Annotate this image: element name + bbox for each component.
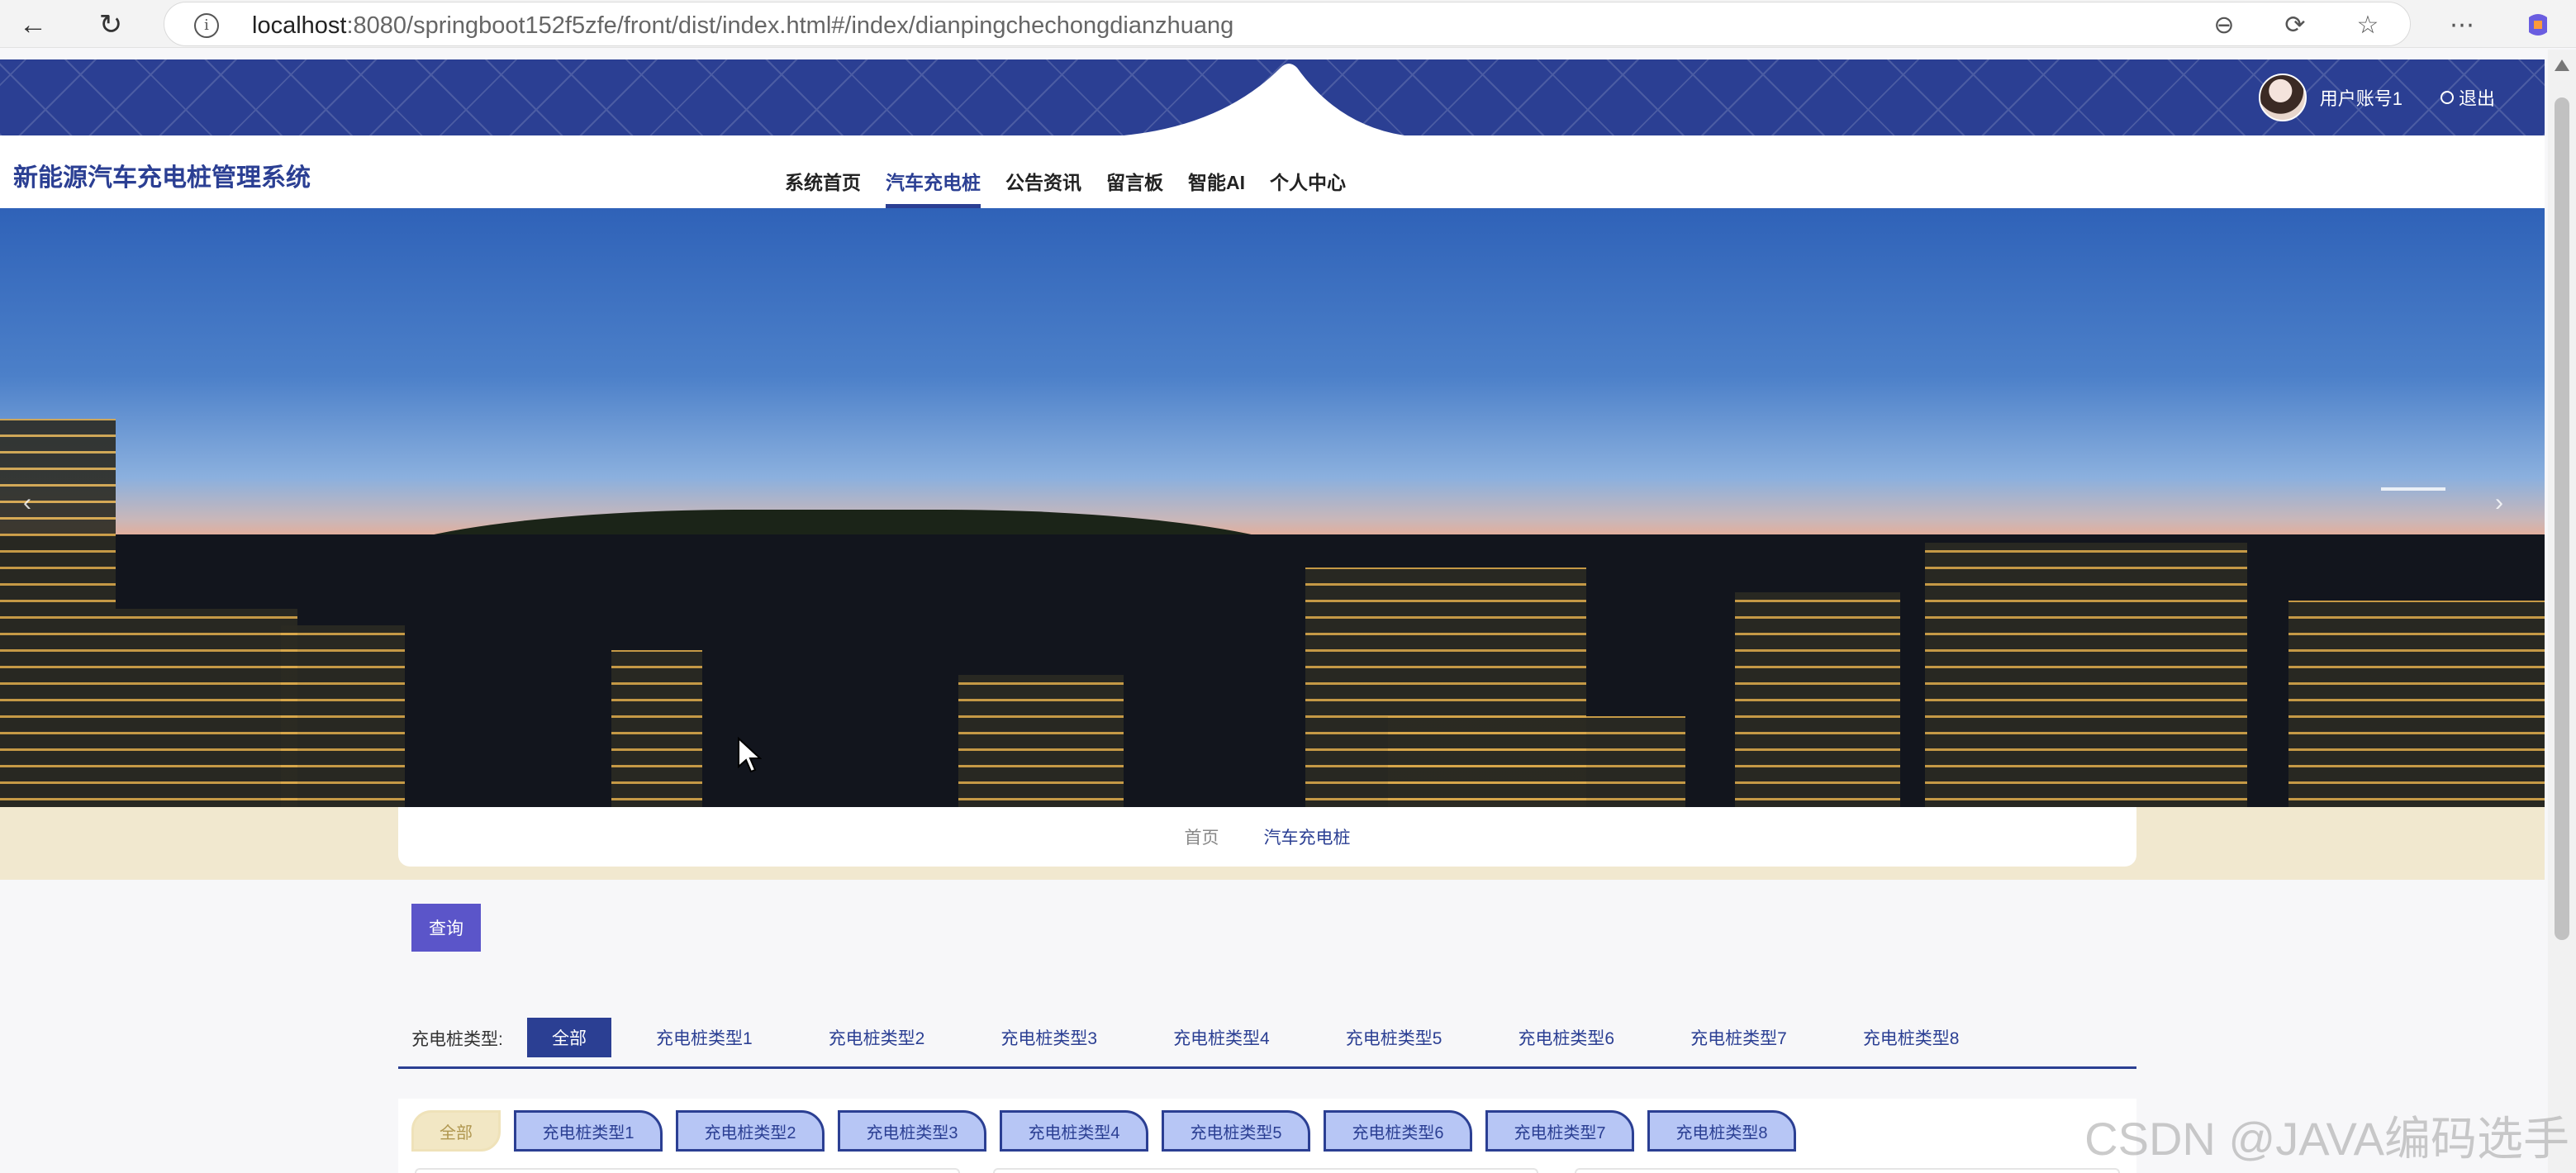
nav-item-personal-center[interactable]: 个人中心 bbox=[1270, 135, 1346, 208]
nav-item-home[interactable]: 系统首页 bbox=[785, 135, 861, 208]
watermark: CSDN @JAVA编码选手 bbox=[2084, 1113, 2569, 1165]
type-filter: 充电桩类型: 全部 充电桩类型1 充电桩类型2 充电桩类型3 充电桩类型4 充电… bbox=[398, 1018, 2136, 1069]
scrollbar-thumb[interactable] bbox=[2555, 97, 2569, 940]
breadcrumb-current: 汽车充电桩 bbox=[1263, 829, 1351, 848]
reload-icon[interactable]: ↻ bbox=[93, 7, 129, 43]
filter-options: 全部 充电桩类型1 充电桩类型2 充电桩类型3 充电桩类型4 充电桩类型5 充电… bbox=[527, 1018, 2006, 1057]
hero-building bbox=[0, 419, 116, 807]
item-card[interactable] bbox=[993, 1168, 1538, 1173]
tab-row: 全部 充电桩类型1 充电桩类型2 充电桩类型3 充电桩类型4 充电桩类型5 充电… bbox=[411, 1110, 1796, 1152]
tab-type2[interactable]: 充电桩类型2 bbox=[676, 1110, 825, 1152]
copilot-icon[interactable] bbox=[2521, 8, 2555, 41]
filter-option-type8[interactable]: 充电桩类型8 bbox=[1833, 1018, 1989, 1057]
nav-item-message-board[interactable]: 留言板 bbox=[1106, 135, 1163, 208]
banner-peak-decoration bbox=[1124, 64, 1404, 135]
top-banner: 用户账号1 退出 bbox=[0, 59, 2545, 135]
tab-type4[interactable]: 充电桩类型4 bbox=[1000, 1110, 1148, 1152]
tab-type7[interactable]: 充电桩类型7 bbox=[1485, 1110, 1634, 1152]
user-account[interactable]: 用户账号1 bbox=[2320, 84, 2403, 111]
hero-building bbox=[1388, 716, 1685, 807]
hero-building bbox=[958, 675, 1124, 807]
site-title: 新能源汽车充电桩管理系统 bbox=[13, 164, 311, 192]
back-icon[interactable]: ← bbox=[15, 7, 51, 43]
translate-icon[interactable]: ⟳ bbox=[2279, 8, 2312, 41]
carousel-next-icon[interactable]: › bbox=[2495, 489, 2503, 517]
nav-item-news[interactable]: 公告资讯 bbox=[1005, 135, 1081, 208]
type-tabs: 全部 充电桩类型1 充电桩类型2 充电桩类型3 充电桩类型4 充电桩类型5 充电… bbox=[398, 1099, 2136, 1173]
url-path: :8080/springboot152f5zfe/front/dist/inde… bbox=[346, 12, 1234, 39]
scroll-up-arrow-icon[interactable] bbox=[2555, 59, 2569, 71]
tab-type1[interactable]: 充电桩类型1 bbox=[514, 1110, 663, 1152]
filter-option-type3[interactable]: 充电桩类型3 bbox=[971, 1018, 1127, 1057]
hero-building bbox=[611, 650, 702, 807]
tab-all[interactable]: 全部 bbox=[411, 1110, 501, 1152]
tab-type3[interactable]: 充电桩类型3 bbox=[838, 1110, 986, 1152]
hero-building bbox=[281, 625, 405, 807]
filter-option-type4[interactable]: 充电桩类型4 bbox=[1143, 1018, 1300, 1057]
main-nav: 系统首页 汽车充电桩 公告资讯 留言板 智能AI 个人中心 bbox=[785, 135, 1346, 208]
page-scrollbar[interactable] bbox=[2548, 50, 2576, 1173]
browser-toolbar: ← ↻ i localhost:8080/springboot152f5zfe/… bbox=[0, 0, 2576, 48]
nav-item-charging-piles[interactable]: 汽车充电桩 bbox=[886, 135, 981, 208]
url-text[interactable]: localhost:8080/springboot152f5zfe/front/… bbox=[252, 12, 1233, 40]
item-card[interactable] bbox=[1575, 1168, 2120, 1173]
nav-item-ai[interactable]: 智能AI bbox=[1188, 135, 1245, 208]
more-menu-icon[interactable]: ⋯ bbox=[2445, 8, 2479, 41]
tab-type5[interactable]: 充电桩类型5 bbox=[1162, 1110, 1310, 1152]
carousel-prev-icon[interactable]: ‹ bbox=[23, 489, 31, 517]
tab-type8[interactable]: 充电桩类型8 bbox=[1647, 1110, 1796, 1152]
avatar[interactable] bbox=[2258, 74, 2307, 121]
carousel-indicator[interactable] bbox=[2381, 487, 2445, 491]
filter-option-type5[interactable]: 充电桩类型5 bbox=[1316, 1018, 1472, 1057]
item-card[interactable] bbox=[415, 1168, 960, 1173]
favorite-star-icon[interactable]: ☆ bbox=[2351, 8, 2384, 41]
tab-type6[interactable]: 充电桩类型6 bbox=[1324, 1110, 1472, 1152]
user-panel: 用户账号1 退出 bbox=[2258, 73, 2495, 122]
filter-option-type7[interactable]: 充电桩类型7 bbox=[1661, 1018, 1817, 1057]
filter-option-all[interactable]: 全部 bbox=[527, 1018, 611, 1057]
filter-option-type2[interactable]: 充电桩类型2 bbox=[799, 1018, 955, 1057]
url-host: localhost bbox=[252, 12, 347, 39]
logout-button[interactable]: 退出 bbox=[2440, 84, 2495, 111]
hero-building bbox=[116, 609, 297, 807]
zoom-out-icon[interactable]: ⊖ bbox=[2208, 8, 2241, 41]
site-info-icon[interactable]: i bbox=[194, 13, 219, 38]
hero-building bbox=[1925, 543, 2247, 807]
hero-building bbox=[2288, 601, 2545, 807]
hero-carousel[interactable]: ‹ › bbox=[0, 208, 2545, 807]
site-header: 新能源汽车充电桩管理系统 系统首页 汽车充电桩 公告资讯 留言板 智能AI 个人… bbox=[0, 135, 2545, 208]
breadcrumb-home[interactable]: 首页 bbox=[1185, 824, 1219, 849]
mouse-cursor-icon bbox=[738, 737, 762, 773]
power-icon bbox=[2440, 91, 2454, 104]
logout-label: 退出 bbox=[2458, 88, 2495, 109]
breadcrumb: 首页 汽车充电桩 bbox=[398, 807, 2136, 867]
filter-option-type6[interactable]: 充电桩类型6 bbox=[1488, 1018, 1644, 1057]
search-button[interactable]: 查询 bbox=[411, 904, 481, 952]
address-bar[interactable]: i localhost:8080/springboot152f5zfe/fron… bbox=[164, 2, 2411, 46]
filter-option-type1[interactable]: 充电桩类型1 bbox=[626, 1018, 782, 1057]
hero-building bbox=[1735, 592, 1900, 807]
filter-label: 充电桩类型: bbox=[411, 1030, 503, 1049]
